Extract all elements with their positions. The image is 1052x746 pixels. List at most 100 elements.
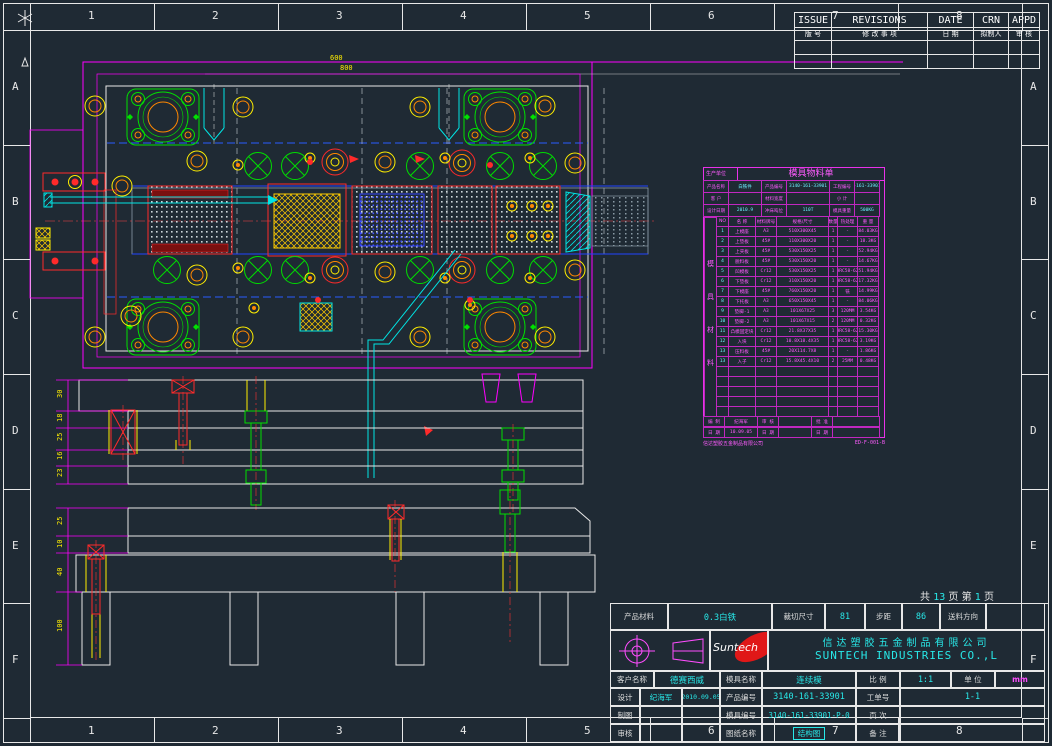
grid-tick xyxy=(774,3,775,30)
page-info-label: 页 xyxy=(984,592,994,603)
check-value xyxy=(640,724,682,742)
grid-tick xyxy=(3,374,30,375)
section-view-upper: 30 18 25 16 23 xyxy=(56,374,583,515)
spring-circles-top xyxy=(187,149,585,180)
drawing-name-value: 结构图 xyxy=(793,727,826,740)
grid-col-label: 8 xyxy=(956,724,963,737)
pitch-label: 步距 xyxy=(865,603,902,630)
grid-tick xyxy=(402,3,403,30)
sec1-dim: 18 xyxy=(56,414,64,422)
mold-name-label: 模具名称 xyxy=(720,671,762,688)
leader-line xyxy=(368,250,461,478)
grid-tick xyxy=(3,30,30,31)
grid-tick xyxy=(3,259,30,260)
unit-value: mm xyxy=(995,671,1045,688)
sec2-dim: 40 xyxy=(56,568,64,576)
materials-title: 模具物料单 xyxy=(738,168,884,180)
sec2-dim: 100 xyxy=(56,619,64,632)
grid-row-label: A xyxy=(12,80,19,93)
materials-form-no: ED-F-001-B xyxy=(855,440,885,447)
grid-col-label: 1 xyxy=(88,9,95,22)
cut-size-label: 裁切尺寸 xyxy=(772,603,825,630)
mat-footer-value: 10.09.05 xyxy=(724,427,758,438)
grid-tick xyxy=(3,145,30,146)
product-material-value: 0.3白铁 xyxy=(668,603,772,630)
grid-row-label: B xyxy=(1030,195,1037,208)
grid-tick xyxy=(3,489,30,490)
grid-tick xyxy=(1022,3,1023,30)
mat-footer-value xyxy=(778,427,812,438)
scale-value: 1:1 xyxy=(900,671,951,688)
suntech-logo: Suntech xyxy=(710,630,768,671)
mat-footer-label: 审 核 xyxy=(757,416,779,427)
materials-rows: 1上模座A3510X300X451-84.03KG2上垫板45#110X300X… xyxy=(717,227,886,417)
grid-col-label: 4 xyxy=(460,9,467,22)
grid-tick xyxy=(30,718,31,743)
sec1-dim: 23 xyxy=(56,469,64,477)
revisions-empty-cell xyxy=(927,54,974,69)
grid-tick xyxy=(526,3,527,30)
sec1-dim: 30 xyxy=(56,390,64,398)
grid-tick xyxy=(1022,489,1049,490)
grid-tick xyxy=(898,3,899,30)
revisions-subheader-cell: 拟制人 xyxy=(973,27,1009,41)
revisions-subheader-cell: 版 号 xyxy=(794,27,832,41)
grid-tick xyxy=(154,718,155,743)
logo-text: Suntech xyxy=(713,641,758,654)
grid-tick xyxy=(526,718,527,743)
customer-label: 客户名称 xyxy=(610,671,654,688)
grid-row-label: D xyxy=(12,424,19,437)
grid-col-label: 5 xyxy=(584,9,591,22)
feed-direction-label: 送料方向 xyxy=(940,603,986,630)
plan-dim-600: 600 xyxy=(330,54,343,62)
grid-row-label: C xyxy=(1030,309,1037,322)
grid-tick xyxy=(898,718,899,743)
grid-row-label: A xyxy=(1030,80,1037,93)
revisions-empty-cell xyxy=(927,40,974,55)
revisions-empty-row xyxy=(795,41,1045,55)
grid-col-label: 8 xyxy=(956,9,963,22)
check-label: 审核 xyxy=(610,724,640,742)
drawing-name-cell: 结构图 xyxy=(762,724,856,742)
draft-label: 制图 xyxy=(610,706,640,724)
mat-footer-label: 批 准 xyxy=(811,416,833,427)
grid-col-label: 7 xyxy=(832,9,839,22)
company-name-en: SUNTECH INDUSTRIES CO.,L xyxy=(815,650,998,663)
section-view-lower: 25 10 40 100 xyxy=(56,485,595,665)
revisions-empty-cell xyxy=(973,54,1009,69)
product-material-label: 产品材料 xyxy=(610,603,668,630)
grid-tick xyxy=(650,3,651,30)
draft-value xyxy=(640,706,682,724)
grid-row-label: D xyxy=(1030,424,1037,437)
materials-table: 生产单位 模具物料单 产品名称 白铁件 产品编号 3140-161-33901 … xyxy=(703,167,885,438)
unit-label: 单 位 xyxy=(951,671,995,688)
page-current: 1 xyxy=(975,592,981,603)
page-info: 共 13 页 第 1 页 xyxy=(920,588,994,603)
grid-row-label: C xyxy=(12,309,19,322)
grid-tick xyxy=(1022,259,1049,260)
draft-date xyxy=(682,706,720,724)
cut-size-value: 81 xyxy=(825,603,865,630)
grid-row-label: F xyxy=(12,653,19,666)
sec2-dim: 10 xyxy=(56,540,64,548)
grid-col-label: 2 xyxy=(212,9,219,22)
grid-tick xyxy=(3,718,30,719)
page-total: 13 xyxy=(933,592,945,603)
page-info-label: 共 xyxy=(920,592,930,603)
revisions-empty-cell xyxy=(831,54,928,69)
revisions-empty-cell xyxy=(1008,40,1040,55)
projection-symbols xyxy=(611,631,709,670)
revisions-empty-cell xyxy=(973,40,1009,55)
pitch-value: 86 xyxy=(902,603,940,630)
grid-tick xyxy=(774,718,775,743)
remark-label: 备 注 xyxy=(856,724,900,742)
revisions-empty-cell xyxy=(1008,54,1040,69)
product-no-label: 产品编号 xyxy=(720,688,762,706)
order-no-value: 1-1 xyxy=(900,688,1045,706)
grid-tick xyxy=(30,3,31,30)
projection-symbols-cell xyxy=(610,630,710,671)
grid-col-label: 2 xyxy=(212,724,219,737)
mat-footer-label: 日 期 xyxy=(757,427,779,438)
revisions-header-cell: ISSUE xyxy=(794,12,832,28)
mat-footer-value xyxy=(778,416,812,427)
